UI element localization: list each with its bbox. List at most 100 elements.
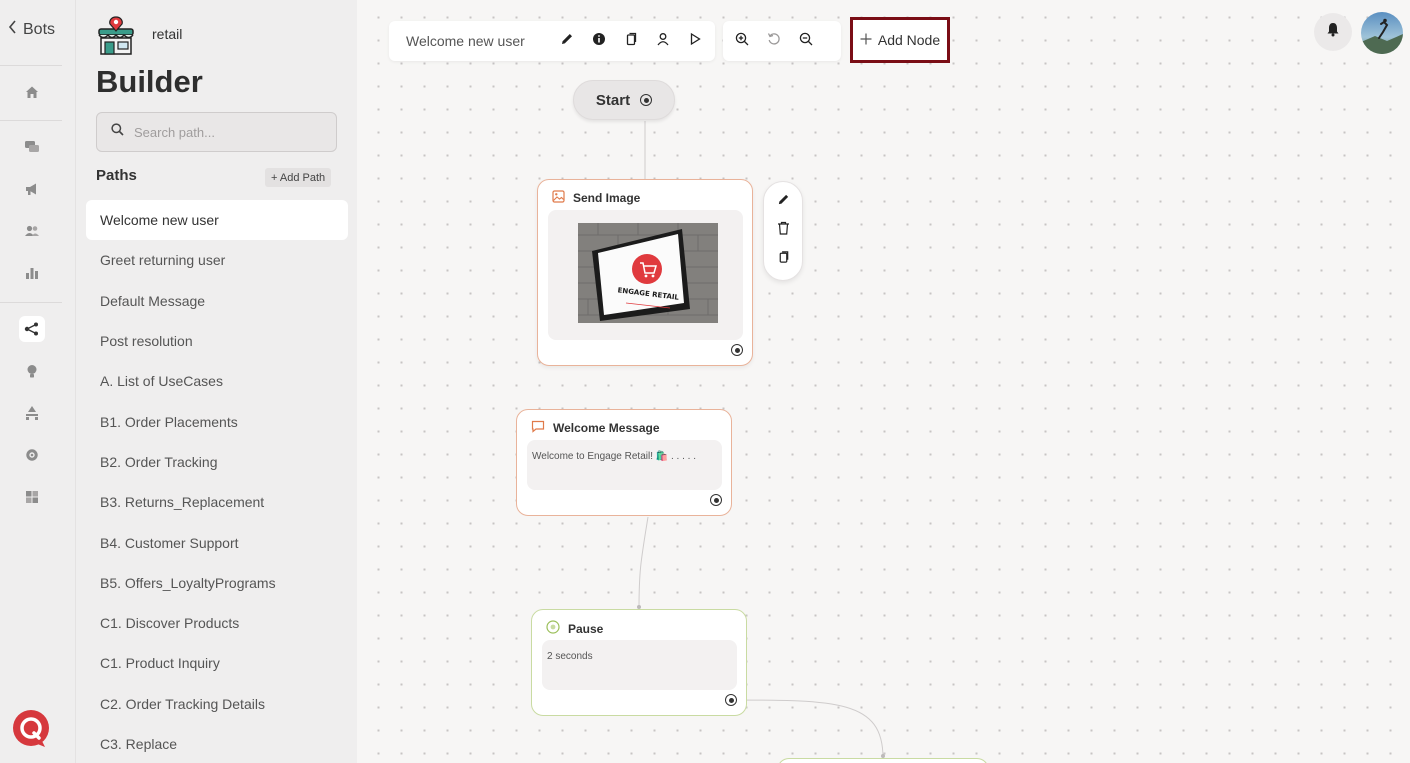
current-path-name: Welcome new user xyxy=(406,33,525,49)
info-icon xyxy=(592,32,606,51)
copy-icon xyxy=(777,250,790,269)
path-item[interactable]: Greet returning user xyxy=(86,240,348,280)
connector-lines xyxy=(637,121,885,759)
image-icon xyxy=(552,190,565,206)
left-rail: Bots xyxy=(0,0,76,763)
pencil-icon xyxy=(560,32,574,51)
search-input[interactable] xyxy=(134,124,314,140)
path-item[interactable]: C2. Order Tracking Details xyxy=(86,684,348,724)
edit-node-button[interactable] xyxy=(771,190,795,214)
path-search[interactable] xyxy=(96,112,337,152)
megaphone-icon[interactable] xyxy=(21,178,43,200)
next-node[interactable] xyxy=(777,758,989,763)
back-label: Bots xyxy=(23,20,56,38)
notifications-button[interactable] xyxy=(1314,13,1352,51)
plus-icon xyxy=(860,32,872,48)
path-toolbar: Welcome new user xyxy=(389,21,715,61)
node-title: Send Image xyxy=(573,191,641,205)
node-title: Pause xyxy=(568,621,604,636)
bulb-icon[interactable] xyxy=(21,360,43,382)
output-port-icon[interactable] xyxy=(640,94,653,106)
trash-icon xyxy=(777,221,790,240)
delete-node-button[interactable] xyxy=(771,219,795,243)
welcome-message-node[interactable]: Welcome Message Welcome to Engage Retail… xyxy=(516,409,732,516)
path-item[interactable]: B4. Customer Support xyxy=(86,522,348,562)
avatar[interactable] xyxy=(1361,12,1403,54)
brand-logo xyxy=(11,709,51,749)
user-button[interactable] xyxy=(647,25,679,57)
flow-icon[interactable] xyxy=(19,316,45,342)
chevron-left-icon xyxy=(8,20,17,39)
add-path-button[interactable]: + Add Path xyxy=(265,168,332,187)
play-icon xyxy=(688,32,702,51)
node-title: Welcome Message xyxy=(553,421,660,435)
output-port-icon[interactable] xyxy=(731,344,743,356)
search-icon xyxy=(111,123,124,141)
node-content: ENGAGE RETAIL xyxy=(548,210,743,340)
bell-icon xyxy=(1326,22,1340,42)
node-header: Pause xyxy=(546,620,603,637)
org-header: retail xyxy=(96,16,182,56)
add-node-label: Add Node xyxy=(877,32,941,48)
rail-divider xyxy=(0,120,62,121)
reset-icon xyxy=(767,32,781,51)
message-text: Welcome to Engage Retail! 🛍️ . . . . . xyxy=(532,451,697,462)
zoom-in-button[interactable] xyxy=(726,25,758,57)
node-header: Send Image xyxy=(552,190,640,206)
gear-icon[interactable] xyxy=(21,444,43,466)
path-item[interactable]: B1. Order Placements xyxy=(86,401,348,441)
path-item[interactable]: Post resolution xyxy=(86,321,348,361)
rail-divider xyxy=(0,302,62,303)
output-port-icon[interactable] xyxy=(725,694,737,706)
pause-icon xyxy=(546,620,560,637)
pencil-icon xyxy=(777,193,790,211)
pause-node[interactable]: Pause 2 seconds xyxy=(531,609,747,716)
node-content: Welcome to Engage Retail! 🛍️ . . . . . xyxy=(527,440,722,490)
message-icon xyxy=(531,420,545,436)
start-node[interactable]: Start xyxy=(573,80,675,120)
node-actions-menu xyxy=(763,181,803,281)
path-item[interactable]: C3. Replace xyxy=(86,724,348,763)
add-node-button[interactable]: Add Node xyxy=(850,17,950,63)
path-list: Welcome new user Greet returning user Defa… xyxy=(86,200,348,763)
path-item[interactable]: A. List of UseCases xyxy=(86,361,348,401)
paths-heading: Paths xyxy=(96,167,137,184)
integrations-icon[interactable] xyxy=(21,486,43,508)
home-icon[interactable] xyxy=(21,81,43,103)
store-sign-image: ENGAGE RETAIL xyxy=(578,223,718,323)
zoom-toolbar xyxy=(723,21,841,61)
zoom-in-icon xyxy=(735,32,749,51)
user-icon xyxy=(656,32,670,51)
info-button[interactable] xyxy=(583,25,615,57)
start-label: Start xyxy=(595,91,631,109)
rail-divider xyxy=(0,65,62,66)
flow-canvas[interactable]: Welcome new user Add Node Start Send Ima… xyxy=(357,0,1410,763)
users-icon[interactable] xyxy=(21,220,43,242)
store-icon xyxy=(96,16,136,56)
path-item[interactable]: B2. Order Tracking xyxy=(86,442,348,482)
duplicate-path-button[interactable] xyxy=(615,25,647,57)
pause-duration: 2 seconds xyxy=(547,651,593,662)
play-button[interactable] xyxy=(679,25,711,57)
page-title: Builder xyxy=(96,64,203,99)
path-item[interactable]: Welcome new user xyxy=(86,200,348,241)
builder-panel: retail Builder Paths + Add Path Welcome … xyxy=(76,0,357,763)
edit-path-button[interactable] xyxy=(551,25,583,57)
send-image-node[interactable]: Send Image ENGAGE RETAIL xyxy=(537,179,753,366)
chat-icon[interactable] xyxy=(21,136,43,158)
reset-zoom-button[interactable] xyxy=(758,25,790,57)
path-item[interactable]: B3. Returns_Replacement xyxy=(86,482,348,522)
back-to-bots-link[interactable]: Bots xyxy=(8,20,55,39)
path-item[interactable]: C1. Discover Products xyxy=(86,603,348,643)
hierarchy-icon[interactable] xyxy=(21,402,43,424)
node-header: Welcome Message xyxy=(531,420,660,436)
zoom-out-button[interactable] xyxy=(790,25,822,57)
path-item[interactable]: Default Message xyxy=(86,281,348,321)
bar-chart-icon[interactable] xyxy=(21,262,43,284)
path-item[interactable]: C1. Product Inquiry xyxy=(86,643,348,683)
path-item[interactable]: B5. Offers_LoyaltyPrograms xyxy=(86,563,348,603)
copy-icon xyxy=(624,32,638,51)
output-port-icon[interactable] xyxy=(710,494,722,506)
zoom-out-icon xyxy=(799,32,813,51)
duplicate-node-button[interactable] xyxy=(771,248,795,272)
